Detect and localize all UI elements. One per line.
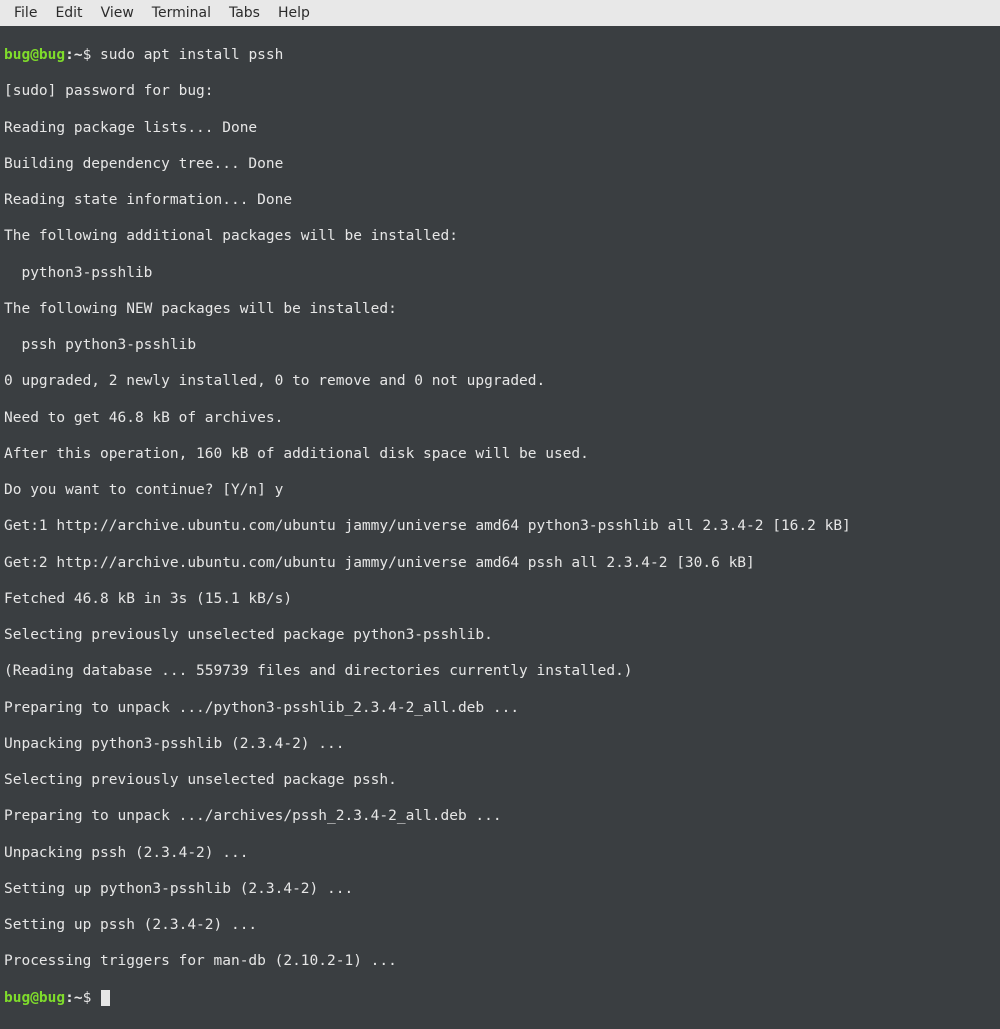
output-line: 0 upgraded, 2 newly installed, 0 to remo… <box>4 372 996 390</box>
menu-help[interactable]: Help <box>270 3 318 23</box>
output-line: Processing triggers for man-db (2.10.2-1… <box>4 952 996 970</box>
prompt-separator: : <box>65 990 74 1006</box>
command-text: sudo apt install pssh <box>100 47 283 63</box>
prompt-line-idle: bug@bug:~$ <box>4 989 996 1007</box>
output-line: Preparing to unpack .../python3-psshlib_… <box>4 699 996 717</box>
output-line: Get:1 http://archive.ubuntu.com/ubuntu j… <box>4 517 996 535</box>
prompt-user-host: bug@bug <box>4 990 65 1006</box>
prompt-user-host: bug@bug <box>4 47 65 63</box>
output-line: Need to get 46.8 kB of archives. <box>4 409 996 427</box>
output-line: Building dependency tree... Done <box>4 155 996 173</box>
menu-tabs[interactable]: Tabs <box>221 3 268 23</box>
menu-file[interactable]: File <box>6 3 45 23</box>
output-line: Preparing to unpack .../archives/pssh_2.… <box>4 807 996 825</box>
output-line: Reading package lists... Done <box>4 119 996 137</box>
output-line: Do you want to continue? [Y/n] y <box>4 481 996 499</box>
prompt-path: ~ <box>74 990 83 1006</box>
output-line: Setting up pssh (2.3.4-2) ... <box>4 916 996 934</box>
output-line: The following additional packages will b… <box>4 227 996 245</box>
output-line: python3-psshlib <box>4 264 996 282</box>
menu-terminal[interactable]: Terminal <box>144 3 219 23</box>
output-line: Get:2 http://archive.ubuntu.com/ubuntu j… <box>4 554 996 572</box>
output-line: Reading state information... Done <box>4 191 996 209</box>
menu-view[interactable]: View <box>93 3 142 23</box>
output-line: Selecting previously unselected package … <box>4 626 996 644</box>
output-line: Fetched 46.8 kB in 3s (15.1 kB/s) <box>4 590 996 608</box>
output-line: Unpacking pssh (2.3.4-2) ... <box>4 844 996 862</box>
output-line: Selecting previously unselected package … <box>4 771 996 789</box>
output-line: After this operation, 160 kB of addition… <box>4 445 996 463</box>
prompt-dollar: $ <box>83 47 92 63</box>
output-line: Unpacking python3-psshlib (2.3.4-2) ... <box>4 735 996 753</box>
prompt-path: ~ <box>74 47 83 63</box>
output-line: (Reading database ... 559739 files and d… <box>4 662 996 680</box>
menu-edit[interactable]: Edit <box>47 3 90 23</box>
prompt-line: bug@bug:~$ sudo apt install pssh <box>4 46 996 64</box>
output-line: Setting up python3-psshlib (2.3.4-2) ... <box>4 880 996 898</box>
prompt-separator: : <box>65 47 74 63</box>
cursor-block <box>101 990 110 1006</box>
menubar: File Edit View Terminal Tabs Help <box>0 0 1000 26</box>
output-line: The following NEW packages will be insta… <box>4 300 996 318</box>
output-line: [sudo] password for bug: <box>4 82 996 100</box>
prompt-dollar: $ <box>83 990 92 1006</box>
terminal-output[interactable]: bug@bug:~$ sudo apt install pssh [sudo] … <box>0 26 1000 1029</box>
output-line: pssh python3-psshlib <box>4 336 996 354</box>
